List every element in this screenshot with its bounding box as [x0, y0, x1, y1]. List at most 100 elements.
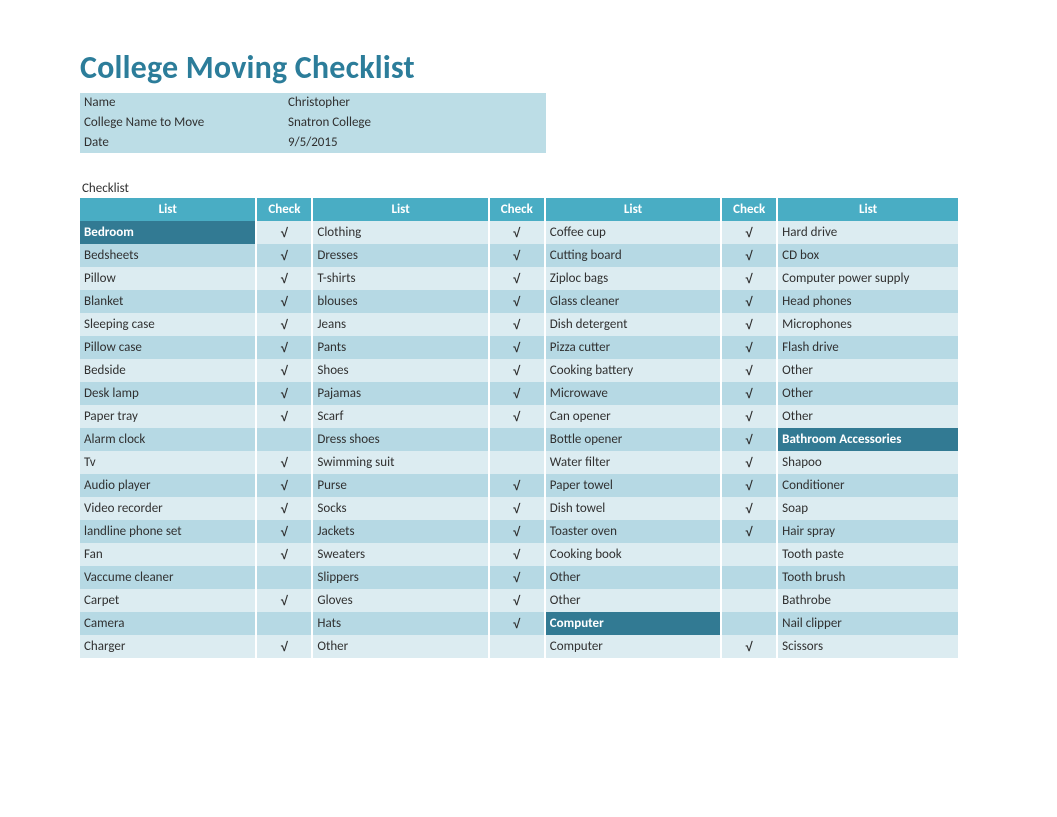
list-cell: Swimming suit	[312, 451, 488, 474]
list-cell: Sleeping case	[80, 313, 256, 336]
info-label: Name	[80, 93, 284, 113]
list-cell: Soap	[777, 497, 958, 520]
check-cell: √	[256, 221, 312, 244]
list-cell: Jeans	[312, 313, 488, 336]
list-cell: Coffee cup	[545, 221, 721, 244]
check-cell: √	[721, 359, 777, 382]
check-cell: √	[489, 267, 545, 290]
list-cell: Shoes	[312, 359, 488, 382]
list-cell: Desk lamp	[80, 382, 256, 405]
table-row: Video recorder√Socks√Dish towel√Soap	[80, 497, 958, 520]
info-row-name: Name Christopher	[80, 93, 546, 113]
list-cell: Slippers	[312, 566, 488, 589]
list-cell: Bedsheets	[80, 244, 256, 267]
table-row: Carpet√Gloves√OtherBathrobe	[80, 589, 958, 612]
table-row: Bedsheets√Dresses√Cutting board√CD box	[80, 244, 958, 267]
table-row: CameraHats√ComputerNail clipper	[80, 612, 958, 635]
check-cell: √	[256, 543, 312, 566]
list-cell: Fan	[80, 543, 256, 566]
list-cell: Paper tray	[80, 405, 256, 428]
list-cell: Bedside	[80, 359, 256, 382]
list-cell: Dresses	[312, 244, 488, 267]
list-cell: Microphones	[777, 313, 958, 336]
check-cell	[721, 589, 777, 612]
col-header-check: Check	[489, 198, 545, 221]
check-cell: √	[256, 313, 312, 336]
list-cell: landline phone set	[80, 520, 256, 543]
list-cell: Purse	[312, 474, 488, 497]
list-cell: Pajamas	[312, 382, 488, 405]
list-cell: Hair spray	[777, 520, 958, 543]
list-cell: Vaccume cleaner	[80, 566, 256, 589]
list-cell: Other	[545, 589, 721, 612]
info-value: Snatron College	[284, 113, 546, 133]
list-cell: Dress shoes	[312, 428, 488, 451]
list-cell: Cooking book	[545, 543, 721, 566]
table-row: Fan√Sweaters√Cooking bookTooth paste	[80, 543, 958, 566]
table-row: landline phone set√Jackets√Toaster oven√…	[80, 520, 958, 543]
col-header-check: Check	[721, 198, 777, 221]
list-cell: Camera	[80, 612, 256, 635]
list-cell: Hats	[312, 612, 488, 635]
check-cell: √	[489, 497, 545, 520]
list-cell: Computer power supply	[777, 267, 958, 290]
list-cell: Pillow case	[80, 336, 256, 359]
list-cell: Carpet	[80, 589, 256, 612]
list-cell: blouses	[312, 290, 488, 313]
info-block: Name Christopher College Name to Move Sn…	[80, 93, 546, 153]
check-cell	[721, 543, 777, 566]
list-cell: Scarf	[312, 405, 488, 428]
check-cell: √	[721, 290, 777, 313]
list-cell: Cutting board	[545, 244, 721, 267]
list-cell: Glass cleaner	[545, 290, 721, 313]
list-cell: Computer	[545, 635, 721, 658]
list-cell: Gloves	[312, 589, 488, 612]
check-cell: √	[256, 474, 312, 497]
list-cell: Paper towel	[545, 474, 721, 497]
checklist-heading: Checklist	[82, 181, 1057, 196]
list-cell: Other	[777, 359, 958, 382]
check-cell: √	[489, 543, 545, 566]
check-cell: √	[721, 451, 777, 474]
check-cell: √	[489, 336, 545, 359]
table-row: Pillow√T-shirts√Ziploc bags√Computer pow…	[80, 267, 958, 290]
table-row: Alarm clockDress shoesBottle opener√Bath…	[80, 428, 958, 451]
list-cell: Flash drive	[777, 336, 958, 359]
list-cell: Audio player	[80, 474, 256, 497]
check-cell: √	[256, 589, 312, 612]
info-label: College Name to Move	[80, 113, 284, 133]
check-cell: √	[721, 244, 777, 267]
check-cell: √	[721, 428, 777, 451]
list-cell: Pillow	[80, 267, 256, 290]
list-cell: Bedroom	[80, 221, 256, 244]
check-cell: √	[256, 635, 312, 658]
table-row: Blanket√blouses√Glass cleaner√Head phone…	[80, 290, 958, 313]
list-cell: Sweaters	[312, 543, 488, 566]
list-cell: Other	[312, 635, 488, 658]
check-cell: √	[721, 313, 777, 336]
list-cell: Tooth paste	[777, 543, 958, 566]
check-cell: √	[256, 382, 312, 405]
table-row: Bedside√Shoes√Cooking battery√Other	[80, 359, 958, 382]
table-row: Bedroom√Clothing√Coffee cup√Hard drive	[80, 221, 958, 244]
col-header-list: List	[80, 198, 256, 221]
list-cell: Head phones	[777, 290, 958, 313]
col-header-list: List	[545, 198, 721, 221]
check-cell: √	[721, 336, 777, 359]
check-cell: √	[256, 290, 312, 313]
check-cell: √	[489, 589, 545, 612]
page-title: College Moving Checklist	[80, 48, 1057, 87]
check-cell: √	[489, 405, 545, 428]
table-header-row: List Check List Check List Check List	[80, 198, 958, 221]
list-cell: Clothing	[312, 221, 488, 244]
check-cell	[489, 451, 545, 474]
check-cell: √	[721, 382, 777, 405]
checklist-table: List Check List Check List Check List Be…	[80, 198, 958, 658]
table-row: Charger√OtherComputer√Scissors	[80, 635, 958, 658]
check-cell: √	[256, 520, 312, 543]
check-cell: √	[489, 566, 545, 589]
check-cell	[256, 566, 312, 589]
check-cell: √	[256, 244, 312, 267]
list-cell: Tv	[80, 451, 256, 474]
check-cell: √	[489, 221, 545, 244]
